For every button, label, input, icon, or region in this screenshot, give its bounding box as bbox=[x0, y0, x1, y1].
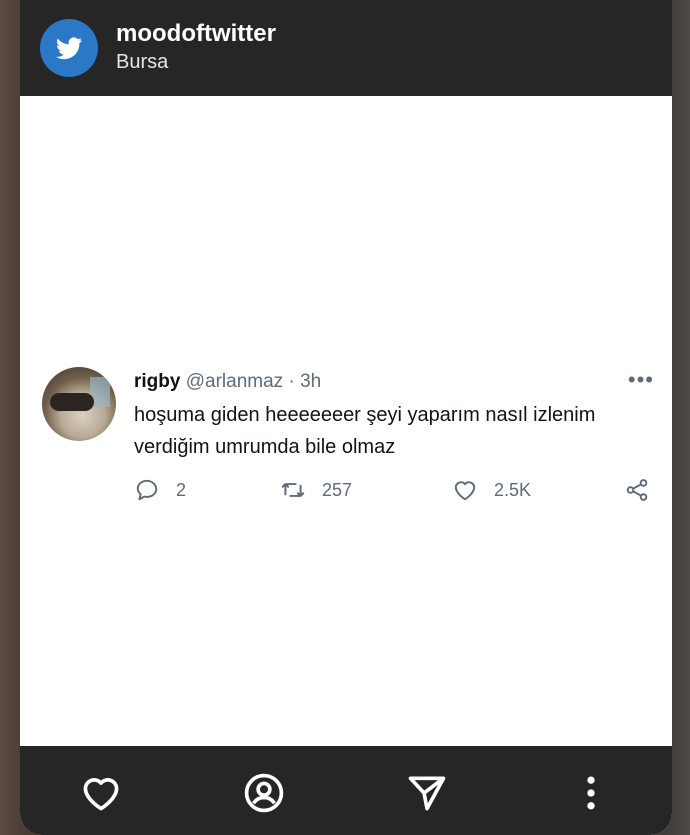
reply-button[interactable]: 2 bbox=[134, 477, 186, 503]
reply-count: 2 bbox=[176, 479, 187, 500]
tweet-more-button[interactable]: ••• bbox=[628, 365, 654, 395]
retweet-button[interactable]: 257 bbox=[280, 477, 352, 503]
tweet-text: hoşuma giden heeeeeeer şeyi yaparım nası… bbox=[134, 404, 596, 458]
tweet-display-name[interactable]: rigby bbox=[134, 371, 180, 392]
retweet-count: 257 bbox=[322, 479, 353, 500]
twitter-bird-icon bbox=[55, 37, 83, 60]
share-icon bbox=[626, 479, 648, 501]
like-count: 2.5K bbox=[494, 479, 532, 500]
heart-icon bbox=[83, 778, 119, 811]
tweet-handle[interactable]: @arlanmaz bbox=[186, 371, 283, 392]
post-frame: moodoftwitter Bursa rigby @arlanmaz · 3h… bbox=[20, 0, 672, 835]
tweet-time: 3h bbox=[300, 371, 322, 392]
post-header: moodoftwitter Bursa bbox=[20, 0, 672, 96]
account-name[interactable]: moodoftwitter bbox=[116, 20, 276, 48]
bottom-navigation bbox=[20, 746, 672, 835]
send-icon bbox=[408, 776, 446, 811]
account-location[interactable]: Bursa bbox=[116, 48, 276, 76]
tweet-header: rigby @arlanmaz · 3h bbox=[134, 365, 654, 399]
profile-nav-button[interactable] bbox=[241, 770, 287, 816]
like-button[interactable]: 2.5K bbox=[452, 477, 531, 503]
tweet-separator: · bbox=[288, 371, 295, 392]
send-nav-button[interactable] bbox=[404, 770, 450, 816]
tweet-author-avatar[interactable] bbox=[42, 367, 116, 441]
tweet-actions: 2 257 2.5K bbox=[134, 477, 662, 509]
reply-icon bbox=[136, 479, 158, 501]
retweet-icon bbox=[281, 483, 305, 497]
like-nav-button[interactable] bbox=[78, 770, 124, 816]
heart-outline-icon bbox=[454, 481, 476, 501]
share-button[interactable] bbox=[624, 477, 666, 503]
profile-icon bbox=[244, 773, 284, 813]
more-vertical-icon bbox=[587, 776, 595, 810]
account-avatar[interactable] bbox=[40, 19, 98, 77]
more-nav-button[interactable] bbox=[568, 770, 614, 816]
